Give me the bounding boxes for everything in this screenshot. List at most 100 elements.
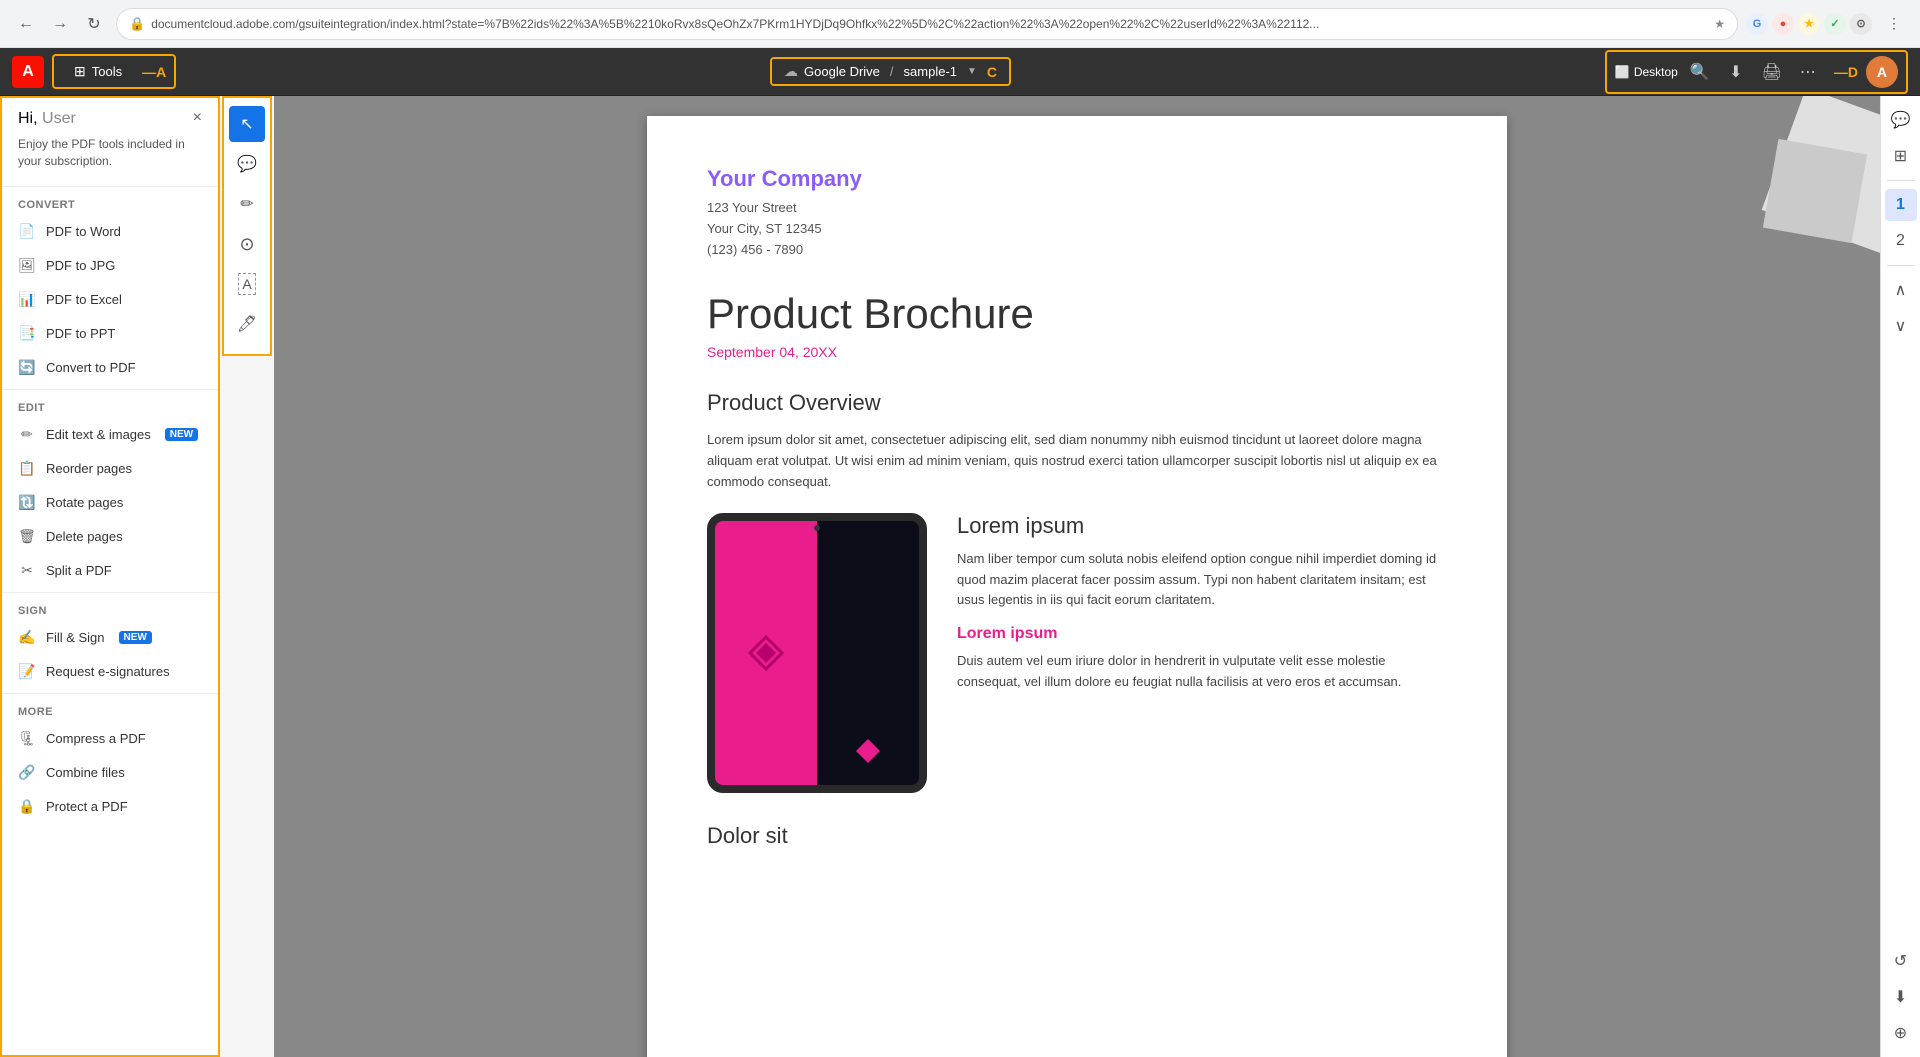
tools-grid-icon: ⊞ xyxy=(74,63,86,80)
esig-icon: 📝 xyxy=(18,663,36,681)
page-2-indicator[interactable]: 2 xyxy=(1885,225,1917,257)
tools-button[interactable]: ⊞ Tools xyxy=(62,59,134,84)
pdf-to-ppt-icon: 📑 xyxy=(18,325,36,343)
zoom-fit-button[interactable]: ⊕ xyxy=(1885,1017,1917,1049)
file-dropdown-arrow[interactable]: ▼ xyxy=(967,66,977,77)
refresh-button[interactable]: ↻ xyxy=(80,10,108,38)
stamp-tool-button[interactable]: 🖊 xyxy=(229,306,265,342)
sign-section-label: SIGN xyxy=(2,597,218,621)
menu-item-split-pdf[interactable]: ✂ Split a PDF xyxy=(2,554,218,588)
two-col-section: Lorem ipsum Nam liber tempor cum soluta … xyxy=(707,513,1447,793)
panel-subtitle: Enjoy the PDF tools included in your sub… xyxy=(2,136,218,182)
pdf-to-jpg-icon: 🖼 xyxy=(18,257,36,275)
grid-panel-button[interactable]: ⊞ xyxy=(1885,140,1917,172)
content-area: Your Company 123 Your Street Your City, … xyxy=(274,96,1880,1057)
more-button[interactable]: ⋯ xyxy=(1794,58,1822,86)
download-page-icon: ⬇ xyxy=(1894,987,1907,1007)
protect-icon: 🔒 xyxy=(18,798,36,816)
fill-sign-new-badge: NEW xyxy=(119,631,152,644)
menu-item-pdf-to-excel[interactable]: 📊 PDF to Excel xyxy=(2,283,218,317)
forward-button[interactable]: → xyxy=(46,10,74,38)
menu-item-compress[interactable]: 🗜 Compress a PDF xyxy=(2,722,218,756)
ext-1: G xyxy=(1746,13,1768,35)
compress-icon: 🗜 xyxy=(18,730,36,748)
print-button[interactable]: 🖨 xyxy=(1758,58,1786,86)
address-bar[interactable]: 🔒 documentcloud.adobe.com/gsuiteintegrat… xyxy=(116,8,1738,40)
menu-item-fill-sign[interactable]: ✍ Fill & Sign NEW xyxy=(2,621,218,655)
user-avatar[interactable]: A xyxy=(1866,56,1898,88)
reorder-label: Reorder pages xyxy=(46,461,132,476)
header-right: ⬜ Desktop 🔍 ⬇ 🖨 ⋯ —D A xyxy=(1605,50,1908,94)
download-button[interactable]: ⬇ xyxy=(1722,58,1750,86)
menu-item-protect[interactable]: 🔒 Protect a PDF xyxy=(2,790,218,824)
comment-icon: 💬 xyxy=(237,154,257,174)
comment-panel-button[interactable]: 💬 xyxy=(1885,104,1917,136)
protect-label: Protect a PDF xyxy=(46,799,128,814)
comment-tool-button[interactable]: 💬 xyxy=(229,146,265,182)
draw-tool-button[interactable]: ✏ xyxy=(229,186,265,222)
lorem-title2: Lorem ipsum xyxy=(957,625,1447,643)
back-button[interactable]: ← xyxy=(12,10,40,38)
menu-item-reorder[interactable]: 📋 Reorder pages xyxy=(2,452,218,486)
col-text: Lorem ipsum Nam liber tempor cum soluta … xyxy=(957,513,1447,793)
rotate-label: Rotate pages xyxy=(46,495,123,510)
ext-4: ✓ xyxy=(1824,13,1846,35)
rotate-page-button[interactable]: ↺ xyxy=(1885,945,1917,977)
page-1-indicator[interactable]: 1 xyxy=(1885,189,1917,221)
download-page-button[interactable]: ⬇ xyxy=(1885,981,1917,1013)
panel-header: Hi, User × xyxy=(2,98,218,136)
tools-label: Tools xyxy=(92,64,122,79)
settings-icon-btn[interactable]: ⋮ xyxy=(1880,10,1908,38)
lorem-body1: Nam liber tempor cum soluta nobis eleife… xyxy=(957,549,1447,611)
link-icon: ⊙ xyxy=(239,234,254,255)
page-1-number: 1 xyxy=(1896,196,1905,214)
select-tool-button[interactable]: ↖ xyxy=(229,106,265,142)
delete-pages-label: Delete pages xyxy=(46,529,123,544)
menu-item-edit-text[interactable]: ✏ Edit text & images NEW xyxy=(2,418,218,452)
header-center: ☁ Google Drive / sample-1 ▼ C xyxy=(770,57,1011,86)
panel-close-button[interactable]: × xyxy=(193,110,202,126)
rotate-icon: 🔃 xyxy=(18,494,36,512)
menu-item-combine[interactable]: 🔗 Combine files xyxy=(2,756,218,790)
pdf-to-word-icon: 📄 xyxy=(18,223,36,241)
greeting-hi: Hi, xyxy=(18,110,38,127)
section1-body: Lorem ipsum dolor sit amet, consectetuer… xyxy=(707,430,1447,492)
page-2-number: 2 xyxy=(1896,232,1905,250)
drive-label: Google Drive xyxy=(804,64,880,79)
menu-item-pdf-to-ppt[interactable]: 📑 PDF to PPT xyxy=(2,317,218,351)
right-divider-1 xyxy=(1887,180,1915,181)
section1-title: Product Overview xyxy=(707,390,1447,416)
rotate-page-icon: ↺ xyxy=(1894,951,1907,971)
ext-5: ⊙ xyxy=(1850,13,1872,35)
annotation-d: —D xyxy=(1834,64,1858,80)
select-icon: ↖ xyxy=(240,114,253,134)
company-name: Your Company xyxy=(707,166,1447,192)
menu-item-delete-pages[interactable]: 🗑 Delete pages xyxy=(2,520,218,554)
link-tool-button[interactable]: ⊙ xyxy=(229,226,265,262)
edit-section-label: EDIT xyxy=(2,394,218,418)
menu-item-pdf-to-word[interactable]: 📄 PDF to Word xyxy=(2,215,218,249)
menu-item-convert-to-pdf[interactable]: 🔄 Convert to PDF xyxy=(2,351,218,385)
pdf-page: Your Company 123 Your Street Your City, … xyxy=(647,116,1507,1057)
browser-actions: G ● ★ ✓ ⊙ ⋮ xyxy=(1746,10,1908,38)
scroll-up-button[interactable]: ∧ xyxy=(1885,274,1917,306)
menu-item-pdf-to-jpg[interactable]: 🖼 PDF to JPG xyxy=(2,249,218,283)
menu-item-rotate[interactable]: 🔃 Rotate pages xyxy=(2,486,218,520)
divider-2 xyxy=(2,389,218,390)
pdf-to-excel-label: PDF to Excel xyxy=(46,292,122,307)
search-button[interactable]: 🔍 xyxy=(1686,58,1714,86)
lorem-title: Lorem ipsum xyxy=(957,513,1447,539)
greeting-container: Hi, User xyxy=(18,110,76,128)
right-divider-2 xyxy=(1887,265,1915,266)
combine-icon: 🔗 xyxy=(18,764,36,782)
text-tool-button[interactable]: A xyxy=(229,266,265,302)
desktop-button[interactable]: ⬜ Desktop xyxy=(1615,65,1678,79)
phone-pink-half xyxy=(715,521,817,785)
dolor-title: Dolor sit xyxy=(707,823,1447,849)
scroll-down-button[interactable]: ∨ xyxy=(1885,310,1917,342)
app-header: A ⊞ Tools —A ☁ Google Drive / sample-1 ▼… xyxy=(0,48,1920,96)
browser-chrome: ← → ↻ 🔒 documentcloud.adobe.com/gsuitein… xyxy=(0,0,1920,48)
browser-nav-buttons: ← → ↻ xyxy=(12,10,108,38)
menu-item-request-esig[interactable]: 📝 Request e-signatures xyxy=(2,655,218,689)
grid-panel-icon: ⊞ xyxy=(1894,146,1907,166)
